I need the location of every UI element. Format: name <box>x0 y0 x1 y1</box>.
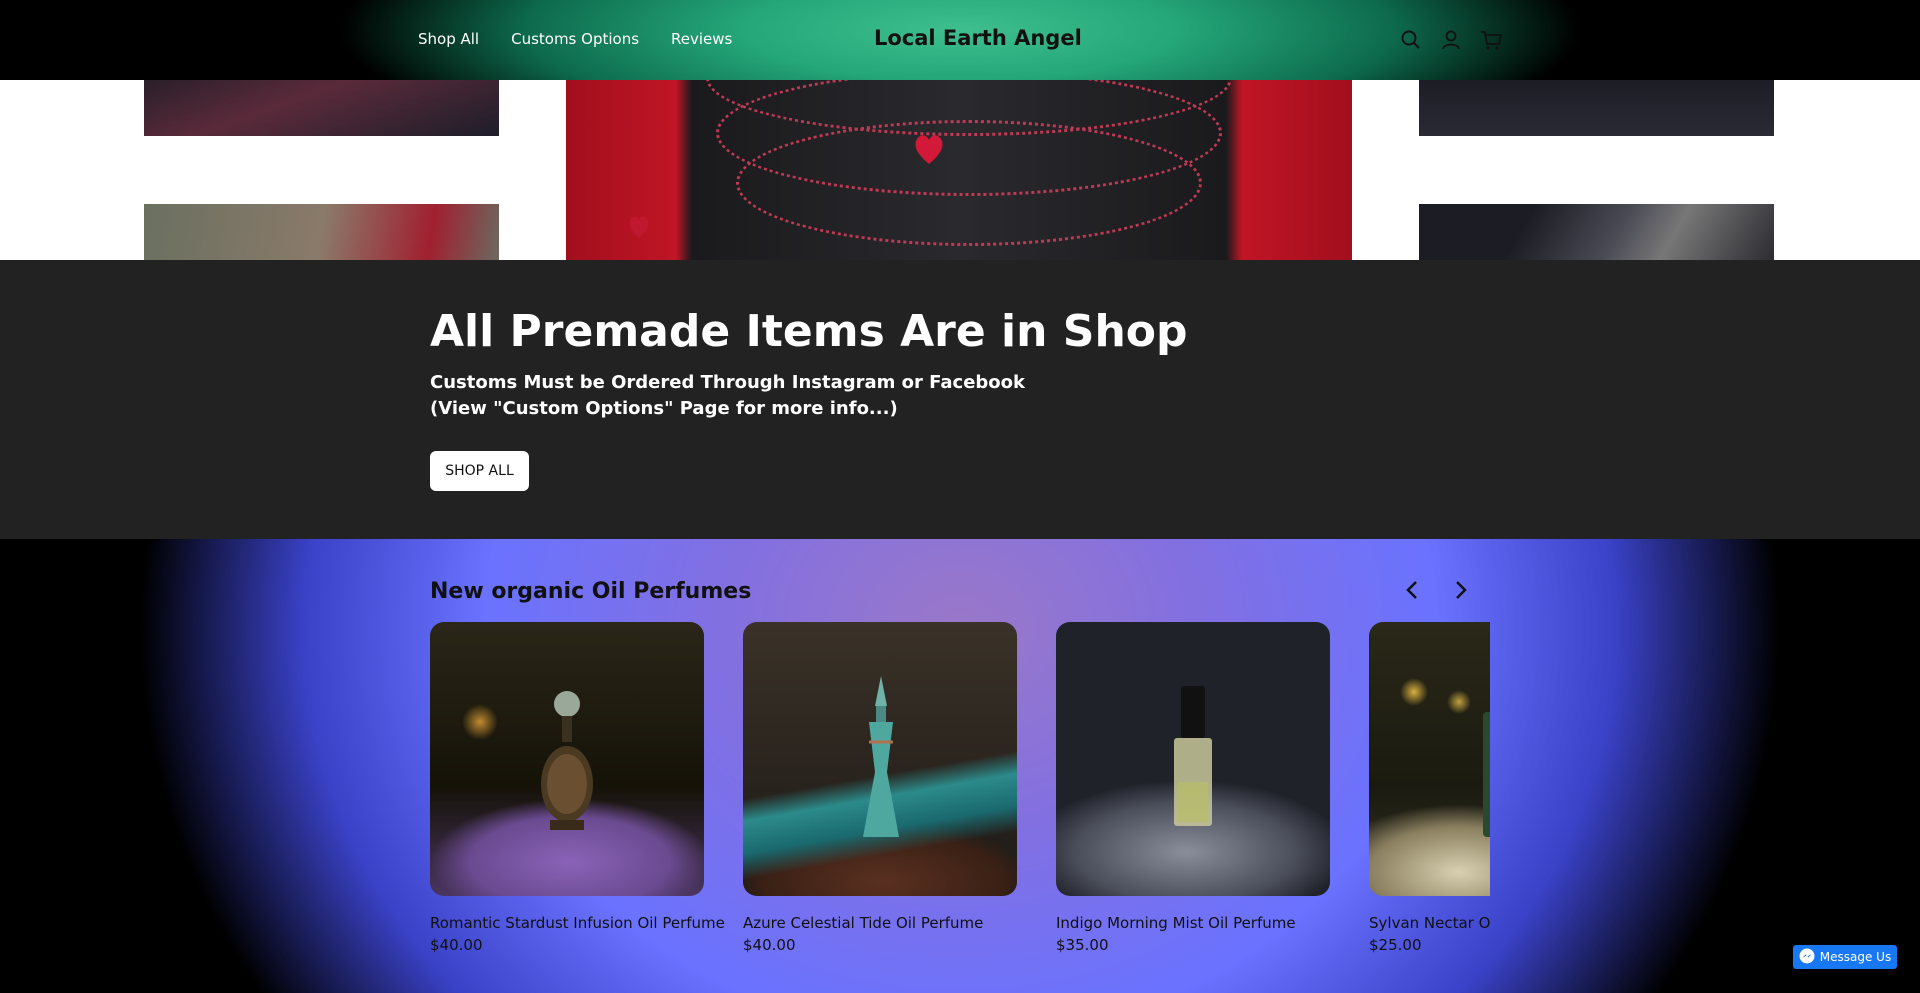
product-name: Sylvan Nectar Oil Perfume <box>1369 914 1490 932</box>
cart-icon[interactable] <box>1478 27 1504 53</box>
product-card[interactable]: Indigo Morning Mist Oil Perfume $35.00 <box>1056 622 1330 954</box>
messenger-label: Message Us <box>1819 950 1892 964</box>
product-card[interactable]: Romantic Stardust Infusion Oil Perfume $… <box>430 622 725 954</box>
banner-subtitle: Customs Must be Ordered Through Instagra… <box>430 370 1025 422</box>
product-name: Romantic Stardust Infusion Oil Perfume <box>430 914 725 932</box>
product-price: $40.00 <box>743 936 796 954</box>
collage-image-center <box>566 80 1352 260</box>
collage-image-top-right <box>1419 80 1774 136</box>
product-price: $40.00 <box>430 936 483 954</box>
carousel-prev-icon[interactable] <box>1400 577 1426 603</box>
main-nav: Shop All Customs Options Reviews <box>418 30 732 48</box>
product-name: Azure Celestial Tide Oil Perfume <box>743 914 984 932</box>
product-image <box>1056 622 1330 896</box>
header-actions <box>1398 27 1504 53</box>
collage-image-top-left <box>144 80 499 136</box>
banner-title: All Premade Items Are in Shop <box>430 306 1188 357</box>
product-collection: New organic Oil Perfumes Romantic Stardu… <box>0 539 1920 993</box>
product-price: $35.00 <box>1056 936 1109 954</box>
collage-image-bottom-right <box>1419 204 1774 260</box>
carousel-next-icon[interactable] <box>1447 577 1473 603</box>
messenger-button[interactable]: Message Us <box>1793 945 1897 969</box>
product-image <box>1369 622 1490 896</box>
nav-customs-options[interactable]: Customs Options <box>511 30 639 48</box>
search-icon[interactable] <box>1398 27 1424 53</box>
product-image <box>743 622 1017 896</box>
product-carousel: Romantic Stardust Infusion Oil Perfume $… <box>430 622 1490 993</box>
banner-subtitle-line-2: (View "Custom Options" Page for more inf… <box>430 398 898 419</box>
product-price: $25.00 <box>1369 936 1422 954</box>
nav-shop-all[interactable]: Shop All <box>418 30 479 48</box>
product-card[interactable]: Sylvan Nectar Oil Perfume $25.00 <box>1369 622 1490 954</box>
shop-all-button[interactable]: SHOP ALL <box>430 451 529 491</box>
messenger-icon <box>1799 948 1815 967</box>
banner-subtitle-line-1: Customs Must be Ordered Through Instagra… <box>430 372 1026 393</box>
account-icon[interactable] <box>1438 27 1464 53</box>
hero-image-collage <box>0 80 1920 260</box>
product-image <box>430 622 704 896</box>
site-logo[interactable]: Local Earth Angel <box>874 26 1082 50</box>
collage-image-bottom-left <box>144 204 499 260</box>
product-card[interactable]: Azure Celestial Tide Oil Perfume $40.00 <box>743 622 1017 954</box>
nav-reviews[interactable]: Reviews <box>671 30 732 48</box>
product-name: Indigo Morning Mist Oil Perfume <box>1056 914 1296 932</box>
shop-banner: All Premade Items Are in Shop Customs Mu… <box>0 260 1920 539</box>
site-header: Shop All Customs Options Reviews Local E… <box>0 0 1920 80</box>
collection-title: New organic Oil Perfumes <box>430 579 752 604</box>
